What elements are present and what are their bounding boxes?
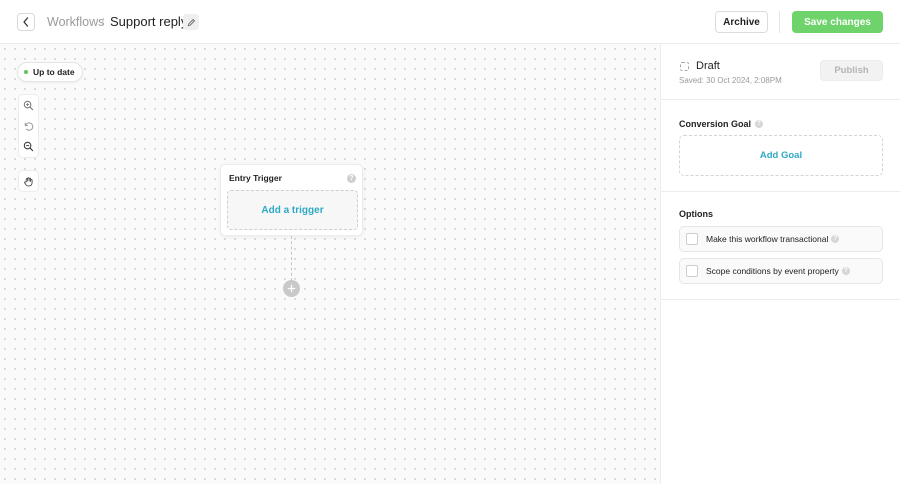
save-changes-button[interactable]: Save changes (792, 11, 883, 33)
scope-conditions-label: Scope conditions by event property (706, 266, 839, 276)
options-heading: Options (679, 209, 713, 219)
undo-icon (24, 121, 34, 131)
entry-trigger-card: Entry Trigger ? Add a trigger (220, 164, 363, 236)
zoom-out-icon (23, 141, 34, 152)
panel-divider (661, 191, 900, 192)
saved-timestamp: Saved: 30 Oct 2024, 2:08PM (679, 76, 782, 85)
workflow-canvas[interactable]: Up to date Entry Trigger ? Add a trigger (0, 44, 660, 484)
breadcrumb-workflows[interactable]: Workflows (47, 15, 104, 29)
workflow-state: Draft (696, 60, 720, 72)
pencil-icon (187, 18, 195, 26)
settings-panel: Draft Saved: 30 Oct 2024, 2:08PM Publish… (660, 44, 900, 484)
conversion-goal-title: Conversion Goal (679, 119, 752, 129)
option-label-wrap: Make this workflow transactional ? (706, 234, 840, 244)
pan-tool-button[interactable] (18, 170, 39, 192)
panel-divider (661, 99, 900, 100)
add-step-button[interactable] (283, 280, 300, 297)
zoom-in-button[interactable] (18, 95, 39, 116)
sync-status-label: Up to date (33, 67, 75, 77)
plus-icon (287, 284, 296, 293)
option-label-wrap: Scope conditions by event property ? (706, 266, 850, 276)
chevron-left-icon (23, 17, 29, 27)
transactional-checkbox[interactable] (686, 233, 698, 245)
page-title: Support reply (110, 14, 188, 29)
zoom-in-icon (23, 100, 34, 111)
transactional-label: Make this workflow transactional (706, 234, 829, 244)
scope-conditions-checkbox[interactable] (686, 265, 698, 277)
option-transactional[interactable]: Make this workflow transactional ? (679, 226, 883, 252)
help-icon[interactable]: ? (755, 120, 764, 128)
entry-trigger-title: Entry Trigger (229, 173, 282, 183)
panel-divider (661, 299, 900, 300)
option-scope-conditions[interactable]: Scope conditions by event property ? (679, 258, 883, 284)
conversion-goal-heading: Conversion Goal ? (679, 119, 764, 129)
breadcrumb-separator: / (101, 15, 105, 29)
undo-button[interactable] (18, 116, 39, 137)
back-button[interactable] (17, 13, 35, 31)
header-divider (779, 11, 780, 33)
add-goal-button[interactable]: Add Goal (679, 135, 883, 176)
help-icon[interactable]: ? (347, 174, 356, 183)
hand-icon (24, 176, 33, 186)
node-connector (291, 236, 292, 281)
help-icon[interactable]: ? (831, 235, 840, 243)
zoom-out-button[interactable] (18, 136, 39, 157)
draft-icon (680, 62, 689, 71)
help-icon[interactable]: ? (841, 267, 850, 275)
zoom-controls (18, 94, 39, 158)
top-bar: Workflows / Support reply Archive Save c… (0, 0, 900, 44)
add-trigger-button[interactable]: Add a trigger (227, 190, 358, 230)
publish-button[interactable]: Publish (820, 60, 883, 81)
sync-status-badge: Up to date (17, 62, 83, 82)
status-dot (24, 70, 28, 74)
rename-button[interactable] (183, 14, 199, 30)
options-title: Options (679, 209, 713, 219)
archive-button[interactable]: Archive (715, 11, 768, 33)
